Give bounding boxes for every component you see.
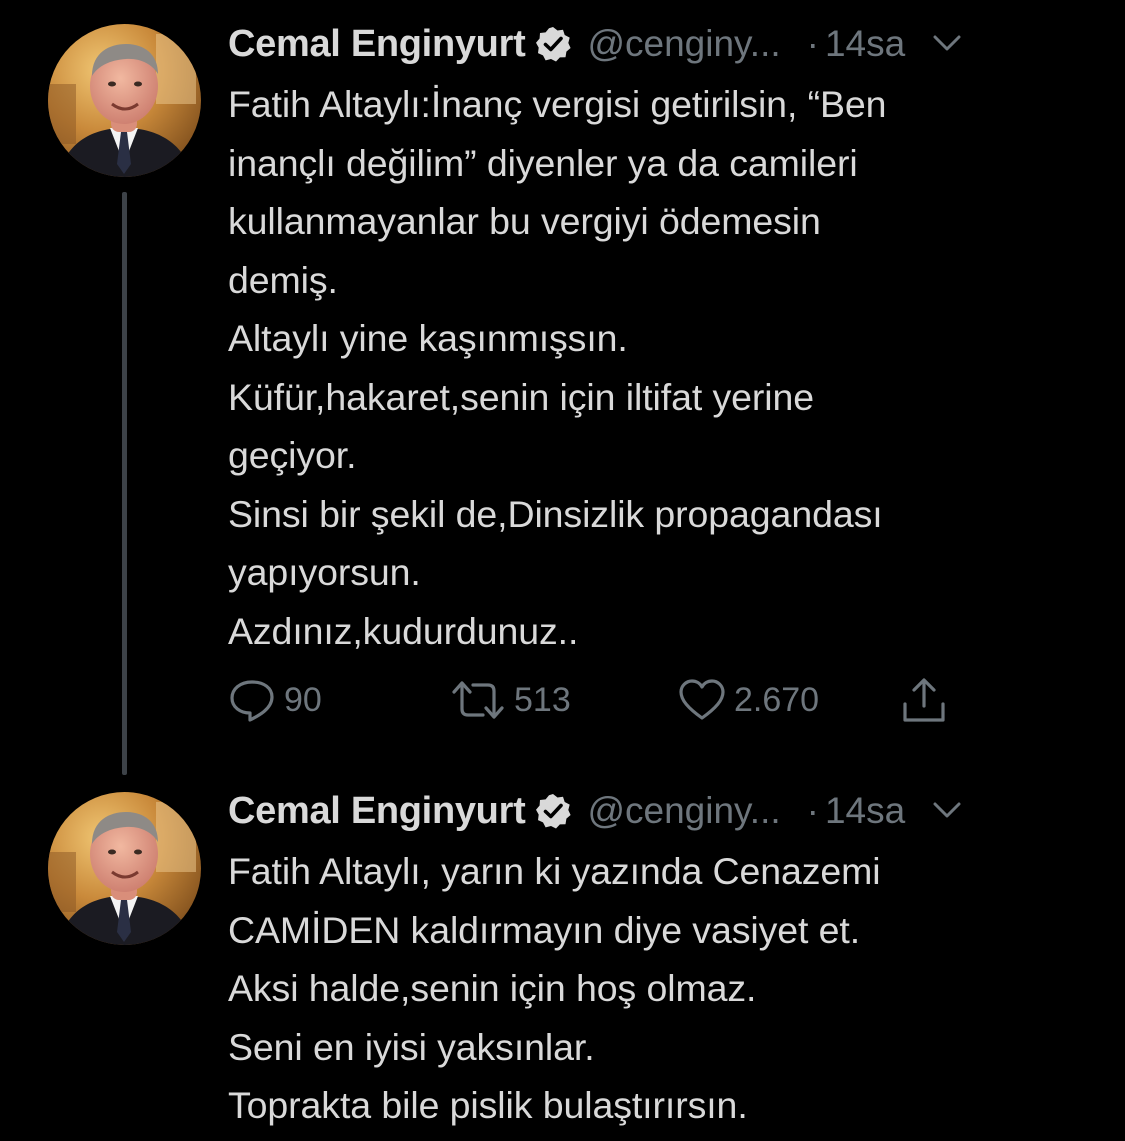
author-name[interactable]: Cemal Enginyurt — [228, 790, 526, 833]
like-button[interactable]: 2.670 — [678, 674, 819, 726]
tweet-text: Fatih Altaylı, yarın ki yazında Cenazemi… — [228, 850, 881, 1126]
author-handle[interactable]: @cenginy... — [587, 790, 780, 832]
tweet-header: Cemal Enginyurt @cenginy... · 14sa — [228, 787, 1088, 835]
like-count: 2.670 — [734, 680, 820, 719]
verified-badge-icon — [534, 25, 573, 64]
chevron-down-icon[interactable] — [933, 34, 961, 54]
reply-bubble-icon — [228, 677, 276, 723]
tweet-actions: 90 513 2.670 — [228, 674, 988, 726]
tweet-header: Cemal Enginyurt @cenginy... · 14sa — [228, 20, 1088, 68]
tweet-text: Fatih Altaylı:İnanç vergisi getirilsin, … — [228, 83, 887, 652]
verified-badge-icon — [534, 792, 573, 831]
share-upload-icon — [900, 676, 948, 724]
heart-icon — [678, 678, 726, 722]
reply-count: 90 — [284, 680, 322, 719]
retweet-arrows-icon — [450, 679, 506, 721]
separator-dot: · — [806, 23, 819, 64]
reply-button[interactable]: 90 — [228, 674, 322, 726]
thread-connector-line — [122, 192, 127, 775]
retweet-count: 513 — [514, 680, 571, 719]
retweet-button[interactable]: 513 — [450, 674, 571, 726]
avatar[interactable] — [48, 792, 201, 945]
chevron-down-icon[interactable] — [933, 801, 961, 821]
timestamp[interactable]: 14sa — [825, 790, 905, 832]
share-button[interactable] — [900, 674, 948, 726]
author-name[interactable]: Cemal Enginyurt — [228, 23, 526, 66]
timestamp[interactable]: 14sa — [825, 23, 905, 65]
separator-dot: · — [806, 790, 819, 831]
avatar[interactable] — [48, 24, 201, 177]
author-handle[interactable]: @cenginy... — [587, 23, 780, 65]
